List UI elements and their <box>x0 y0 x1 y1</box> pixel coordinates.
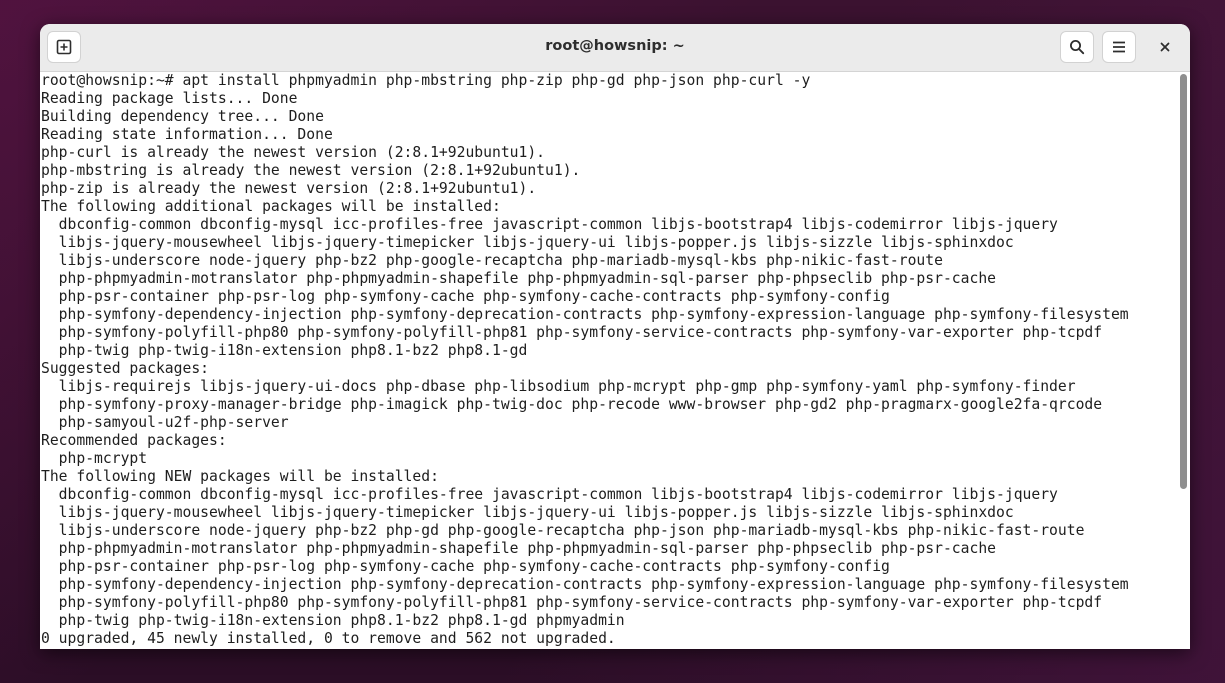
terminal-line: php-zip is already the newest version (2… <box>41 180 537 197</box>
terminal-line: php-psr-container php-psr-log php-symfon… <box>41 558 890 575</box>
search-button[interactable] <box>1060 31 1094 63</box>
terminal-line: php-symfony-dependency-injection php-sym… <box>41 306 1129 323</box>
hamburger-menu-icon <box>1113 41 1125 53</box>
window-title: root@howsnip: ~ <box>545 38 685 54</box>
terminal-line: Recommended packages: <box>41 432 227 449</box>
terminal-line: php-psr-container php-psr-log php-symfon… <box>41 288 890 305</box>
terminal-line: libjs-jquery-mousewheel libjs-jquery-tim… <box>41 234 1014 251</box>
terminal-line: php-symfony-proxy-manager-bridge php-ima… <box>41 396 1103 413</box>
terminal-line: php-mbstring is already the newest versi… <box>41 162 581 179</box>
terminal-line: libjs-requirejs libjs-jquery-ui-docs php… <box>41 378 1076 395</box>
search-icon <box>1070 40 1085 55</box>
terminal-line: The following NEW packages will be insta… <box>41 468 439 485</box>
terminal-line: php-symfony-polyfill-php80 php-symfony-p… <box>41 594 1103 611</box>
terminal-line: Reading package lists... Done <box>41 90 298 107</box>
terminal-line: php-twig php-twig-i18n-extension php8.1-… <box>41 342 528 359</box>
terminal-line: libjs-jquery-mousewheel libjs-jquery-tim… <box>41 504 1014 521</box>
terminal-output[interactable]: root@howsnip:~# apt install phpmyadmin p… <box>40 72 1190 649</box>
terminal-line: php-twig php-twig-i18n-extension php8.1-… <box>41 612 625 629</box>
terminal-line: The following additional packages will b… <box>41 198 501 215</box>
terminal-line: Suggested packages: <box>41 360 210 377</box>
terminal-line: php-phpmyadmin-motranslator php-phpmyadm… <box>41 270 997 287</box>
terminal-line: php-samyoul-u2f-php-server <box>41 414 289 431</box>
terminal-line: libjs-underscore node-jquery php-bz2 php… <box>41 522 1085 539</box>
terminal-line: root@howsnip:~# apt install phpmyadmin p… <box>41 72 811 89</box>
terminal-line: php-mcrypt <box>41 450 148 467</box>
terminal-line: dbconfig-common dbconfig-mysql icc-profi… <box>41 486 1058 503</box>
close-icon <box>1160 42 1170 52</box>
scrollbar-thumb[interactable] <box>1180 74 1187 489</box>
scrollbar[interactable] <box>1176 72 1190 649</box>
terminal-lines: root@howsnip:~# apt install phpmyadmin p… <box>41 72 1129 648</box>
terminal-line: php-symfony-polyfill-php80 php-symfony-p… <box>41 324 1103 341</box>
terminal-line: libjs-underscore node-jquery php-bz2 php… <box>41 252 943 269</box>
terminal-line: dbconfig-common dbconfig-mysql icc-profi… <box>41 216 1058 233</box>
terminal-line: php-curl is already the newest version (… <box>41 144 546 161</box>
menu-button[interactable] <box>1102 31 1136 63</box>
header-bar: root@howsnip: ~ <box>40 24 1190 72</box>
terminal-line: php-symfony-dependency-injection php-sym… <box>41 576 1129 593</box>
close-button[interactable] <box>1152 34 1178 60</box>
terminal-line: php-phpmyadmin-motranslator php-phpmyadm… <box>41 540 997 557</box>
terminal-window: root@howsnip: ~ root@howsnip:~# apt inst… <box>40 24 1190 649</box>
terminal-line: Building dependency tree... Done <box>41 108 324 125</box>
terminal-line: 0 upgraded, 45 newly installed, 0 to rem… <box>41 630 616 647</box>
terminal-line: Reading state information... Done <box>41 126 333 143</box>
